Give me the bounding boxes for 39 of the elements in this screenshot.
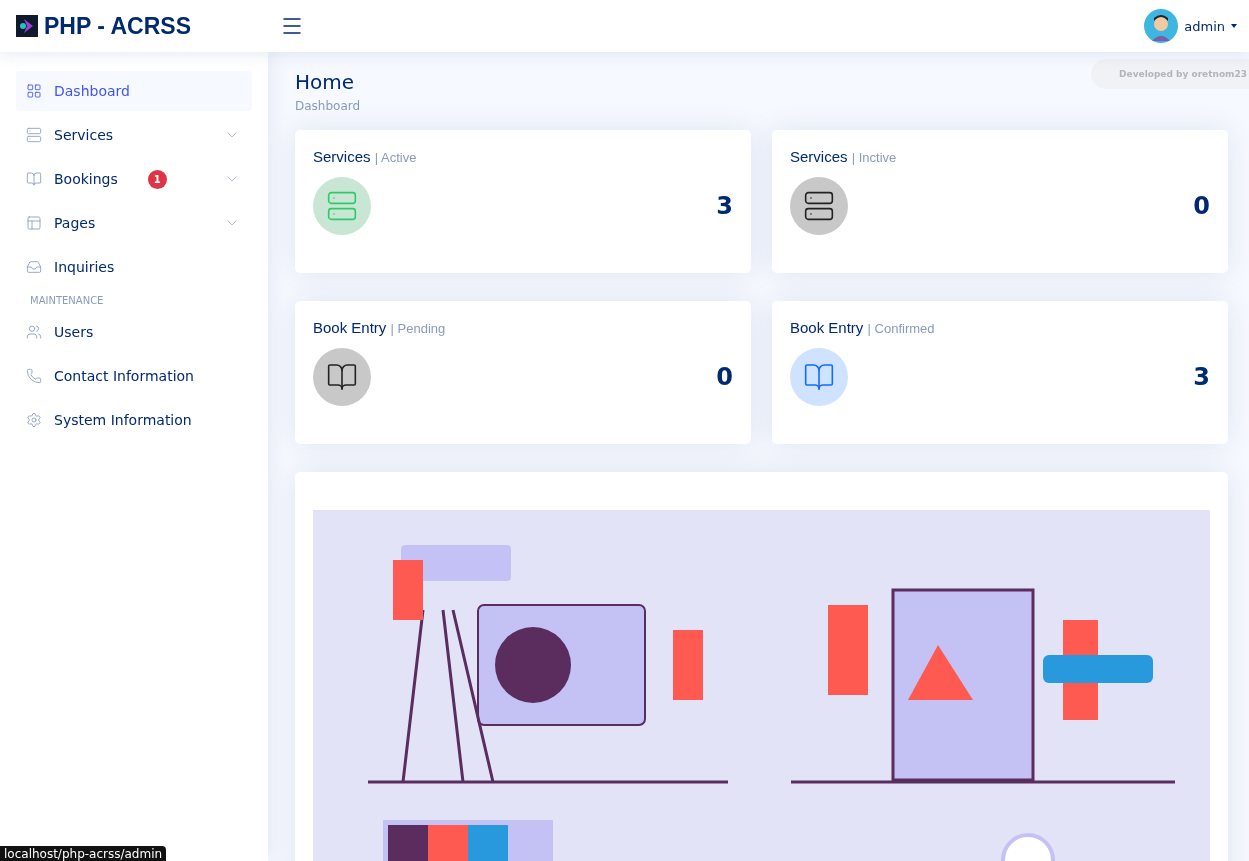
count-badge: 1: [147, 169, 167, 189]
layout-icon: [26, 215, 42, 231]
avatar-icon: [1144, 9, 1179, 43]
stat-value: 3: [716, 192, 733, 220]
settings-icon: [26, 412, 42, 428]
book-icon: [803, 361, 835, 393]
sidebar-item[interactable]: Users: [16, 312, 252, 352]
grid-icon: [26, 83, 42, 99]
sidebar-item[interactable]: Pages: [16, 203, 252, 243]
card-title: Services | Active: [313, 148, 418, 165]
inbox-icon: [26, 259, 42, 275]
phone-icon: [26, 368, 42, 384]
user-menu[interactable]: admin: [1144, 9, 1237, 43]
users-icon: [26, 324, 42, 340]
server-icon: [326, 190, 358, 222]
book-icon: [26, 171, 42, 187]
server-icon: [26, 127, 42, 143]
breadcrumb: Dashboard: [295, 99, 361, 113]
card-title: Services | Inctive: [790, 148, 898, 165]
brand-name: PHP - ACRSS: [44, 12, 191, 40]
book-icon: [326, 361, 358, 393]
section-heading: MAINTENANCE: [29, 294, 105, 308]
credit-label: Developed by oretnom23: [1091, 59, 1249, 89]
stat-value: 3: [1193, 363, 1210, 391]
sidebar-item[interactable]: System Information: [16, 400, 252, 440]
sidebar-item[interactable]: Inquiries: [16, 247, 252, 287]
caret-icon: [1231, 24, 1237, 28]
logo-icon: [16, 15, 38, 37]
stat-value: 0: [716, 363, 733, 391]
sidebar-item[interactable]: Services: [16, 115, 252, 155]
page-title: Home: [295, 70, 356, 94]
sidebar-item[interactable]: Bookings 1: [16, 159, 252, 199]
card-title: Book Entry | Confirmed: [790, 319, 936, 336]
sidebar-item[interactable]: Contact Information: [16, 356, 252, 396]
link-url-tooltip: localhost/php-acrss/admin: [0, 846, 167, 861]
sidebar-item[interactable]: Dashboard: [16, 71, 252, 111]
stat-value: 0: [1193, 192, 1210, 220]
server-icon: [803, 190, 835, 222]
card-title: Book Entry | Pending: [313, 319, 447, 336]
